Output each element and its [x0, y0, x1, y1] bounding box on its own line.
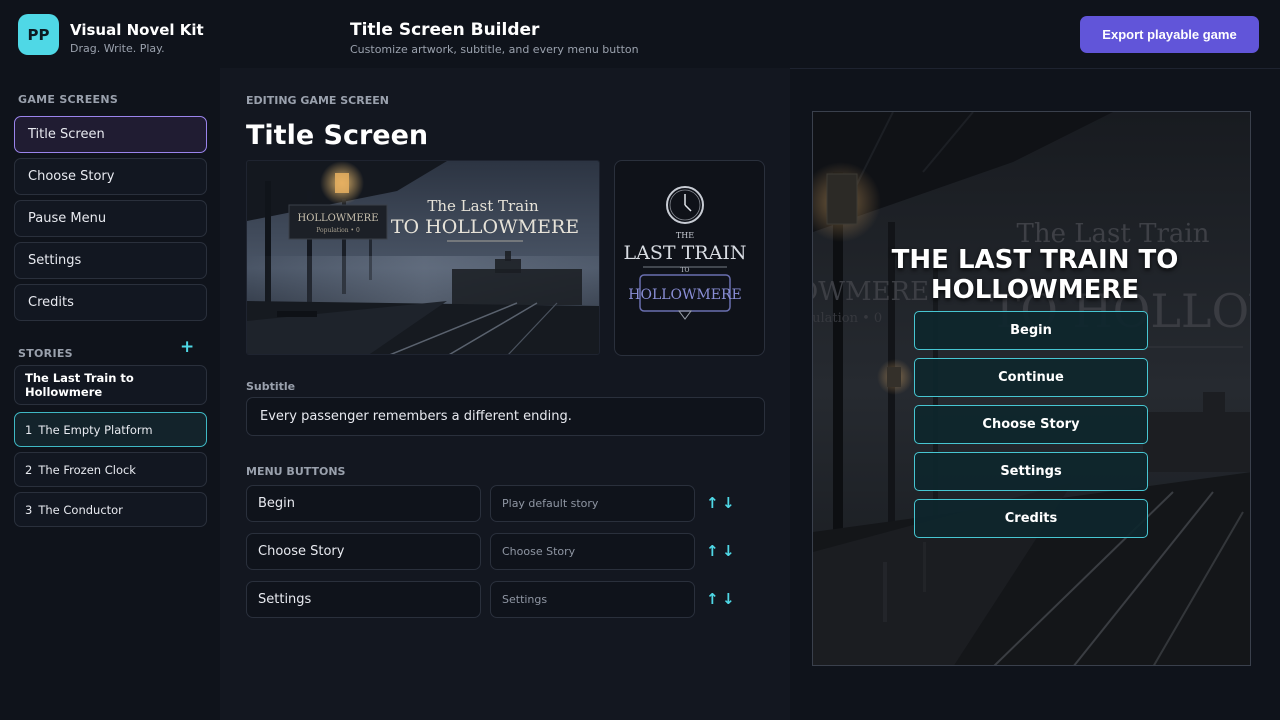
page-subtitle: Customize artwork, subtitle, and every m… — [350, 43, 639, 56]
chapter-number: 2 — [25, 462, 33, 477]
move-up-icon[interactable]: ↑ — [706, 544, 719, 559]
logo-to-text: TO — [681, 267, 690, 274]
app-name: Visual Novel Kit — [70, 21, 204, 39]
app-header: PP Visual Novel Kit Drag. Write. Play. T… — [0, 0, 1280, 68]
chapter-label: The Conductor — [38, 502, 123, 517]
logo-line2-text: HOLLOWMERE — [628, 287, 741, 303]
logo-artwork[interactable]: THE LAST TRAIN TO HOLLOWMERE — [614, 160, 765, 356]
preview-menu-button[interactable]: Credits — [914, 499, 1148, 538]
story-title[interactable]: The Last Train to Hollowmere — [14, 365, 207, 405]
preview-game-title: THE LAST TRAIN TO HOLLOWMERE — [891, 245, 1179, 305]
move-down-icon[interactable]: ↓ — [722, 496, 735, 511]
editor-title: Title Screen — [246, 120, 429, 151]
live-preview-panel: The Last Train TO HOLLOW OWMERE pulation… — [790, 68, 1280, 720]
preview-menu-button[interactable]: Choose Story — [914, 405, 1148, 444]
editing-label: EDITING GAME SCREEN — [246, 94, 389, 107]
screen-item-credits[interactable]: Credits — [14, 284, 207, 321]
logo-image: THE LAST TRAIN TO HOLLOWMERE — [624, 186, 747, 320]
screen-editor: EDITING GAME SCREEN Title Screen HOLLOWM… — [220, 68, 790, 720]
move-up-icon[interactable]: ↑ — [706, 592, 719, 607]
add-story-icon[interactable]: + — [180, 339, 194, 356]
sidebar: GAME SCREENS Title Screen Choose Story P… — [0, 68, 220, 720]
artwork-title-line1: The Last Train — [427, 197, 539, 215]
artwork-image: HOLLOWMERE Population • 0 The Last Train… — [247, 161, 599, 354]
chapter-label: The Empty Platform — [38, 422, 153, 437]
artwork-title-line2: TO HOLLOWMERE — [391, 216, 579, 238]
preview-menu-button[interactable]: Settings — [914, 452, 1148, 491]
chapter-item[interactable]: 1 The Empty Platform — [14, 412, 207, 447]
chapter-item[interactable]: 3 The Conductor — [14, 492, 207, 527]
preview-menu-button[interactable]: Begin — [914, 311, 1148, 350]
menu-button-action-input[interactable] — [490, 533, 695, 570]
artwork-sign-text: HOLLOWMERE — [297, 213, 378, 224]
app-tagline: Drag. Write. Play. — [70, 42, 165, 55]
logo-the-text: THE — [676, 231, 694, 240]
export-game-button[interactable]: Export playable game — [1080, 16, 1259, 53]
menu-button-label-input[interactable] — [246, 485, 481, 522]
game-screens-heading: GAME SCREENS — [18, 93, 119, 106]
screen-item-settings[interactable]: Settings — [14, 242, 207, 279]
screen-item-title-screen[interactable]: Title Screen — [14, 116, 207, 153]
preview-bg-sign-sub: pulation • 0 — [813, 311, 882, 326]
screen-item-choose-story[interactable]: Choose Story — [14, 158, 207, 195]
chapter-item[interactable]: 2 The Frozen Clock — [14, 452, 207, 487]
page-title: Title Screen Builder — [350, 20, 540, 40]
artwork-sign-subtext: Population • 0 — [316, 227, 360, 234]
menu-buttons-label: MENU BUTTONS — [246, 465, 346, 478]
screen-item-pause-menu[interactable]: Pause Menu — [14, 200, 207, 237]
chapter-label: The Frozen Clock — [38, 462, 136, 477]
chapter-number: 3 — [25, 502, 33, 517]
move-down-icon[interactable]: ↓ — [722, 544, 735, 559]
app-logo: PP — [18, 14, 59, 55]
move-down-icon[interactable]: ↓ — [722, 592, 735, 607]
stories-heading: STORIES — [18, 347, 73, 360]
background-artwork[interactable]: HOLLOWMERE Population • 0 The Last Train… — [246, 160, 600, 355]
subtitle-input[interactable] — [246, 397, 765, 436]
menu-button-label-input[interactable] — [246, 581, 481, 618]
menu-button-action-input[interactable] — [490, 581, 695, 618]
menu-button-action-input[interactable] — [490, 485, 695, 522]
logo-line1-text: LAST TRAIN — [624, 242, 747, 264]
menu-button-label-input[interactable] — [246, 533, 481, 570]
preview-menu-button[interactable]: Continue — [914, 358, 1148, 397]
chapter-number: 1 — [25, 422, 33, 437]
move-up-icon[interactable]: ↑ — [706, 496, 719, 511]
subtitle-label: Subtitle — [246, 380, 296, 393]
